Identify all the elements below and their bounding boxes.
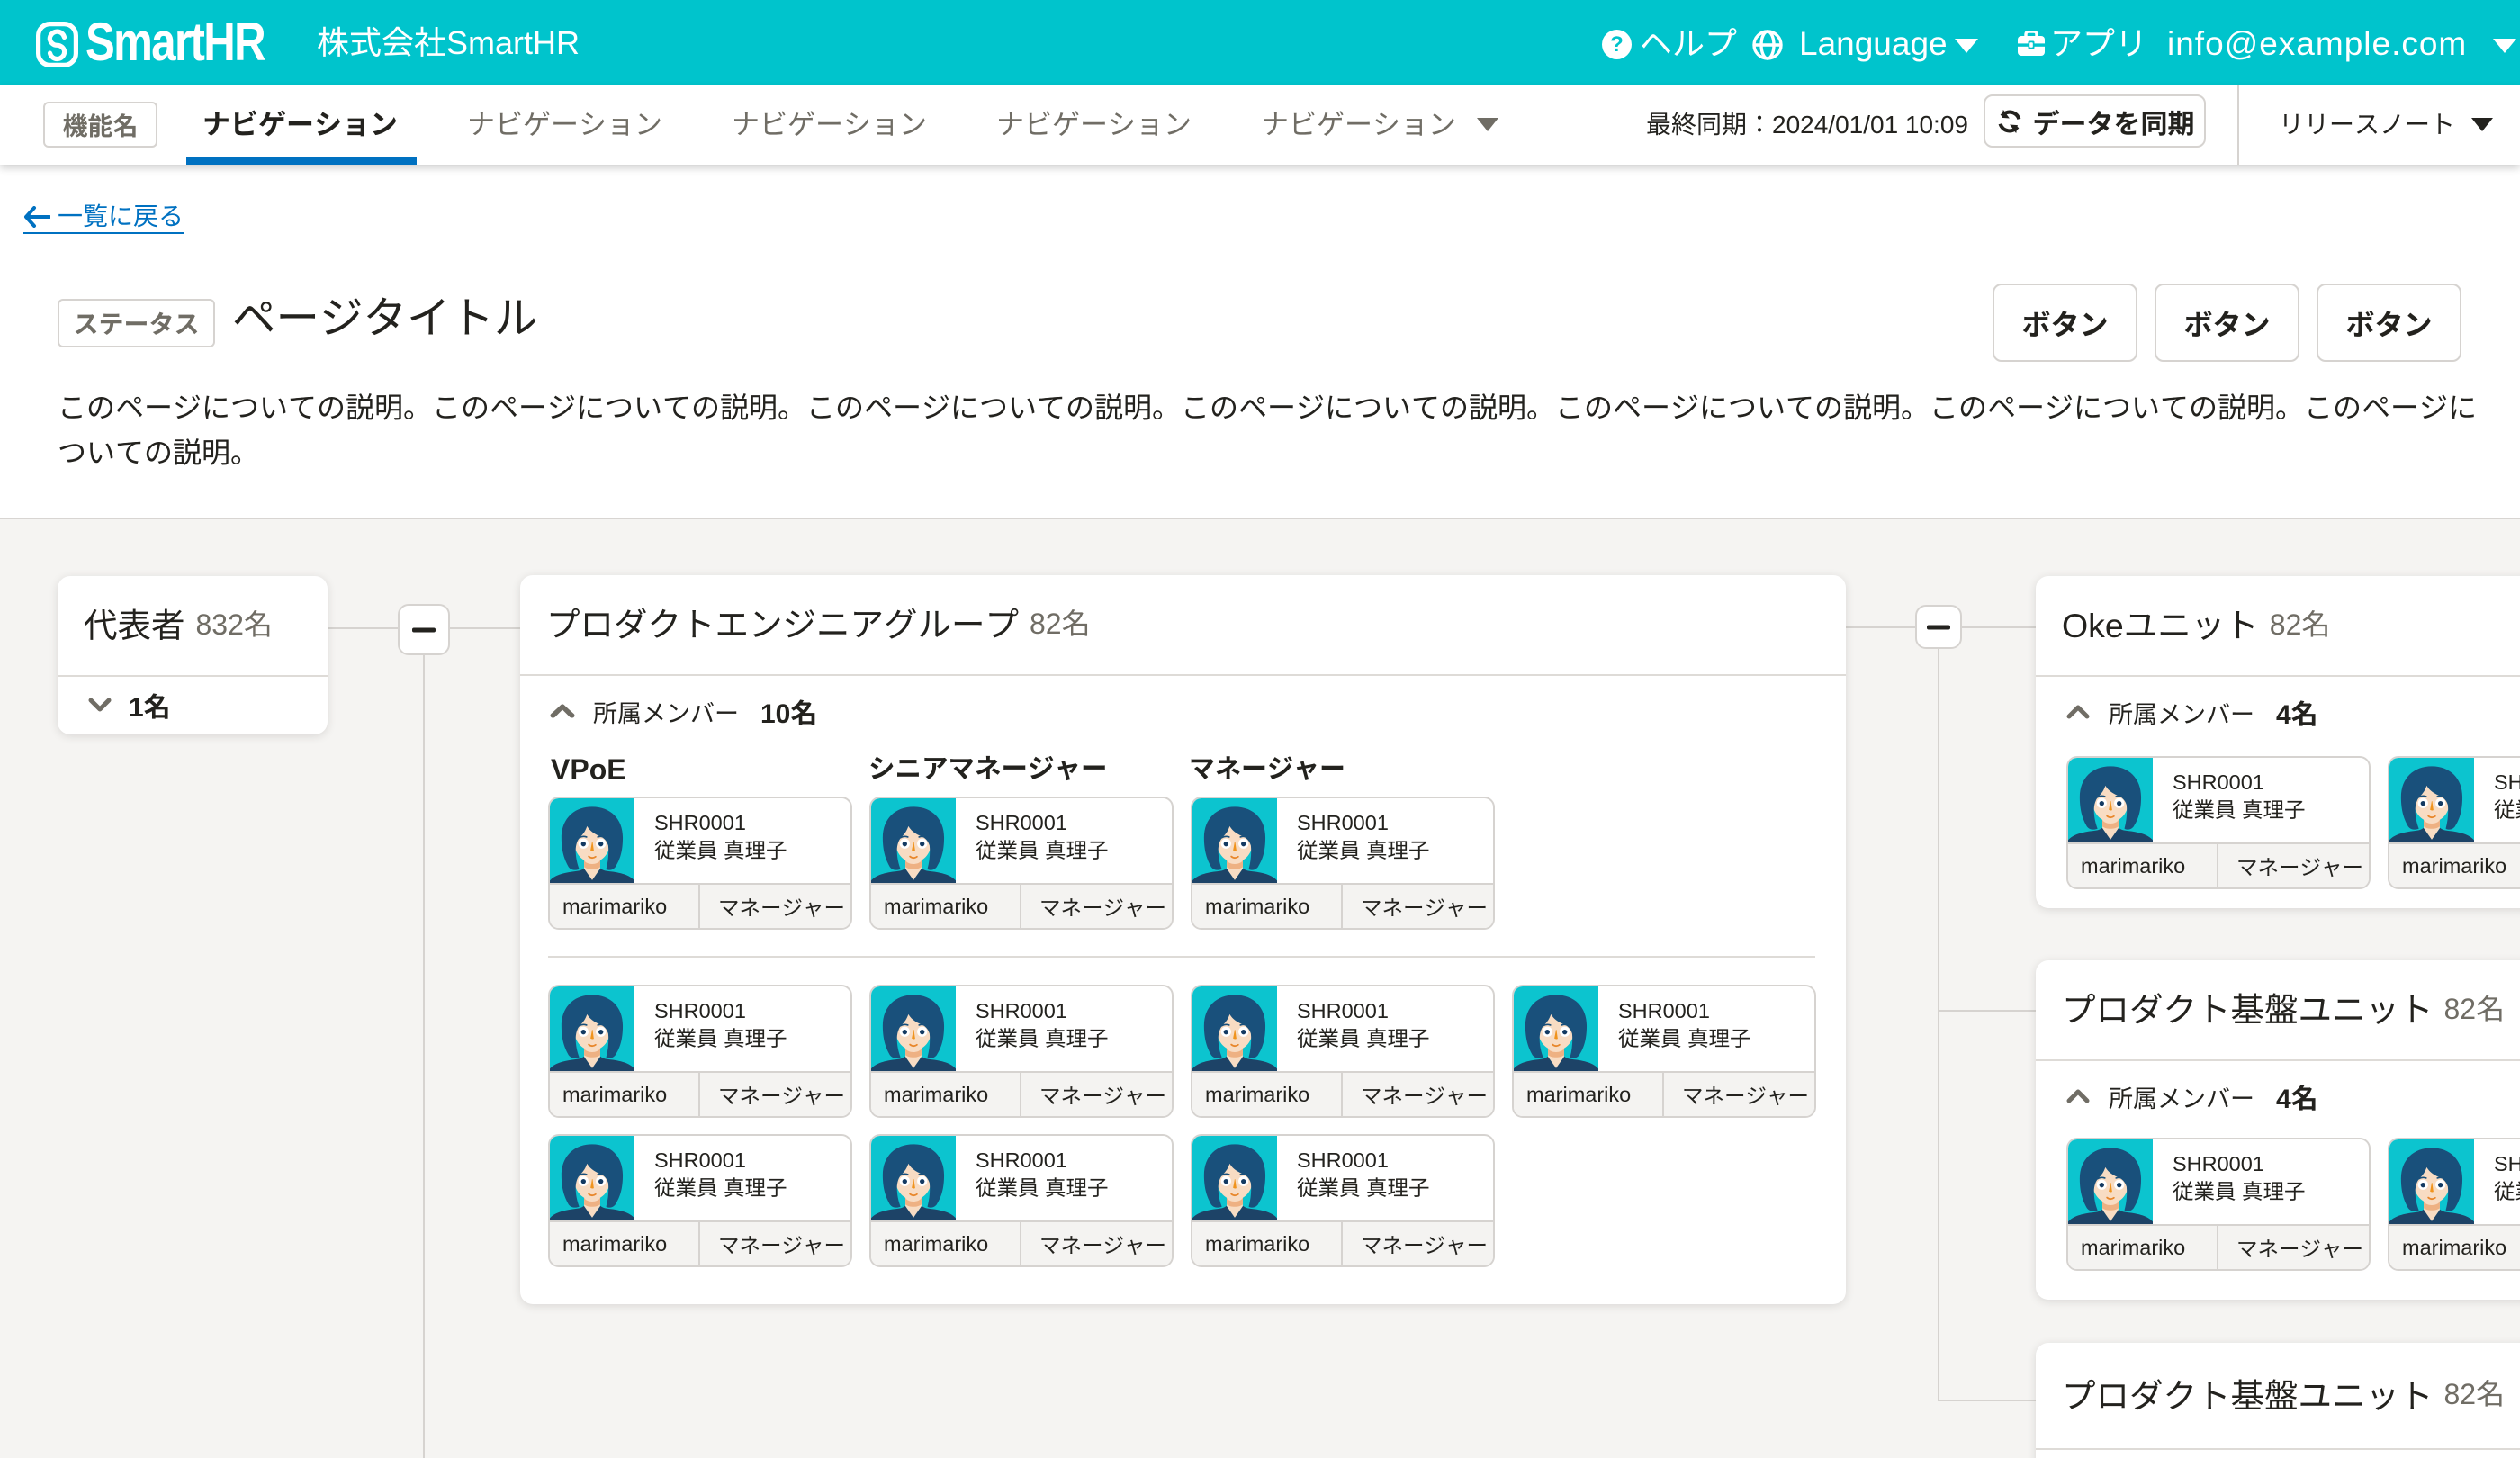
svg-text:?: ?	[1610, 32, 1624, 57]
